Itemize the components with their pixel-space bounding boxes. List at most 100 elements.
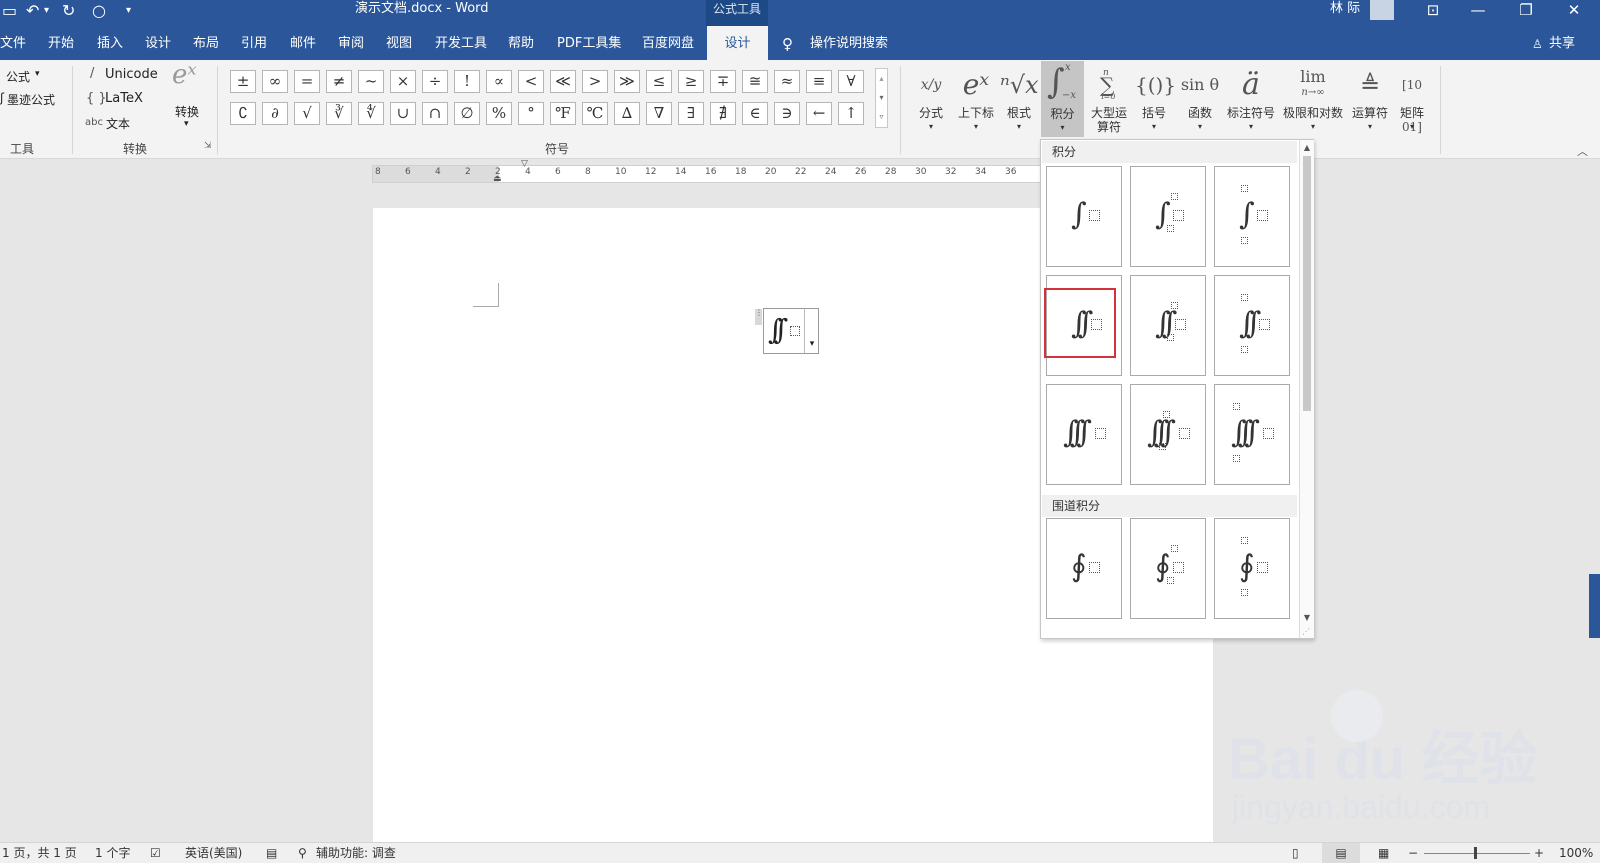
symbol-button[interactable]: ∇ [646, 102, 672, 125]
symbol-button[interactable]: ∋ [774, 102, 800, 125]
horizontal-ruler[interactable]: 8 6 4 2 2 4 6 8 10 12 14 16 18 20 22 24 26 28 30 32 34 36 ▽ ⏏ [372, 159, 1042, 184]
symbol-button[interactable]: ∁ [230, 102, 256, 125]
integrand-box[interactable] [790, 326, 800, 336]
chevron-down-icon[interactable]: ▾ [804, 309, 819, 353]
tab-pdf-tools[interactable]: PDF工具集 [557, 26, 621, 60]
latex-option[interactable]: LaTeX [105, 91, 143, 106]
matrix-button[interactable]: [10 01] 矩阵 ▾ [1393, 64, 1431, 136]
save-icon[interactable]: ▭ [2, 0, 17, 22]
first-line-indent-icon[interactable]: ▽ [521, 159, 528, 169]
customize-qat-icon[interactable]: ▾ [126, 0, 131, 22]
symbol-button[interactable]: × [390, 70, 416, 93]
scroll-down-icon[interactable]: ▼ [1300, 610, 1314, 626]
tab-insert[interactable]: 插入 [97, 26, 123, 60]
symbol-button[interactable]: ± [230, 70, 256, 93]
large-operator-button[interactable]: n ∑ i=0 大型运算符 [1086, 64, 1132, 136]
symbol-button[interactable]: ∝ [486, 70, 512, 93]
tab-help[interactable]: 帮助 [508, 26, 534, 60]
autosave-icon[interactable]: ○ [92, 0, 106, 22]
gallery-item-contour-integral-with-limits-stacked[interactable]: ∮ [1214, 518, 1290, 619]
text-option[interactable]: 文本 [106, 115, 130, 132]
equation-placeholder[interactable]: ⋮ ∫∫ ▾ [755, 308, 819, 354]
language[interactable]: 英语(美国) [185, 843, 242, 863]
share-icon[interactable]: ♙ [1532, 26, 1543, 60]
symbol-button[interactable]: ∩ [422, 102, 448, 125]
tab-mailings[interactable]: 邮件 [290, 26, 316, 60]
tab-equation-design[interactable]: 设计 [707, 26, 768, 60]
ribbon-display-icon[interactable]: ⊡ [1410, 0, 1456, 22]
chevron-down-icon[interactable]: ▾ [35, 69, 40, 79]
symbol-button[interactable]: ∂ [262, 102, 288, 125]
symbol-button[interactable]: ≅ [742, 70, 768, 93]
zoom-in-icon[interactable]: + [1534, 843, 1544, 863]
symbol-button[interactable]: ~ [358, 70, 384, 93]
tab-layout[interactable]: 布局 [193, 26, 219, 60]
gallery-item-contour-integral[interactable]: ∮ [1046, 518, 1122, 619]
function-button[interactable]: sin θ 函数 ▾ [1178, 64, 1222, 136]
equation-handle-icon[interactable]: ⋮ [755, 309, 763, 325]
close-icon[interactable]: ✕ [1551, 0, 1597, 22]
symbol-button[interactable]: ∓ [710, 70, 736, 93]
chevron-down-icon[interactable]: ▾ [184, 119, 189, 129]
gallery-item-integral[interactable]: ∫ [1046, 166, 1122, 267]
undo-dropdown-icon[interactable]: ▾ [44, 0, 49, 22]
gallery-more-icon[interactable]: ▿ [876, 107, 887, 126]
bracket-button[interactable]: {()} 括号 ▾ [1135, 64, 1176, 136]
scrollbar-thumb[interactable] [1303, 156, 1311, 411]
accent-button[interactable]: ä 标注符号 ▾ [1224, 64, 1278, 136]
tab-developer[interactable]: 开发工具 [435, 26, 487, 60]
symbol-button[interactable]: % [486, 102, 512, 125]
macro-icon[interactable]: ▤ [266, 843, 277, 863]
gallery-item-integral-with-limits-sub[interactable]: ∫ [1130, 166, 1206, 267]
share-button[interactable]: 共享 [1549, 26, 1575, 60]
symbol-button[interactable]: ℃ [582, 102, 608, 125]
integral-button[interactable]: ∫ x −x 积分 ▾ [1041, 61, 1084, 137]
avatar[interactable] [1370, 0, 1394, 20]
script-button[interactable]: eˣ 上下标 ▾ [954, 64, 998, 136]
gallery-item-double-integral-with-limits-stacked[interactable]: ∫∫ [1214, 275, 1290, 376]
radical-button[interactable]: ⁿ√x 根式 ▾ [1000, 64, 1039, 136]
symbol-button[interactable]: ∆ [614, 102, 640, 125]
gallery-item-double-integral-with-limits-sub[interactable]: ∫∫ [1130, 275, 1206, 376]
accessibility-status[interactable]: 辅助功能: 调查 [316, 843, 396, 863]
ink-equation-button[interactable]: 墨迹公式 [7, 91, 55, 108]
scroll-up-icon[interactable]: ▴ [876, 69, 887, 88]
tab-baidu-netdisk[interactable]: 百度网盘 [642, 26, 694, 60]
side-panel-tab[interactable] [1589, 574, 1600, 638]
symbol-button[interactable]: ÷ [422, 70, 448, 93]
symbol-button[interactable]: ∀ [838, 70, 864, 93]
web-layout-icon[interactable]: ▦ [1378, 843, 1389, 863]
gallery-item-triple-integral-with-limits-stacked[interactable]: ∫∫∫ [1214, 384, 1290, 485]
resize-grip-icon[interactable]: ⋰ [1302, 627, 1310, 636]
read-mode-icon[interactable]: ▯ [1292, 843, 1299, 863]
proofing-icon[interactable]: ☑ [150, 843, 161, 863]
zoom-out-icon[interactable]: − [1408, 843, 1418, 863]
zoom-level[interactable]: 100% [1559, 843, 1593, 863]
print-layout-icon[interactable]: ▤ [1322, 843, 1360, 863]
gallery-item-integral-with-limits-stacked[interactable]: ∫ [1214, 166, 1290, 267]
symbol-button[interactable]: ≠ [326, 70, 352, 93]
symbol-button[interactable]: ∪ [390, 102, 416, 125]
symbol-button[interactable]: ∜ [358, 102, 384, 125]
equation-button[interactable]: 公式 [6, 68, 30, 85]
symbol-button[interactable]: √ [294, 102, 320, 125]
symbol-button[interactable]: ≤ [646, 70, 672, 93]
symbol-button[interactable]: ≪ [550, 70, 576, 93]
tab-home[interactable]: 开始 [48, 26, 74, 60]
symbol-button[interactable]: ∞ [262, 70, 288, 93]
symbol-button[interactable]: ∈ [742, 102, 768, 125]
left-indent-icon[interactable]: ⏏ [493, 174, 502, 184]
symbol-button[interactable]: ∅ [454, 102, 480, 125]
symbol-button[interactable]: ↑ [838, 102, 864, 125]
symbol-gallery-scroll[interactable]: ▴ ▾ ▿ [875, 68, 888, 128]
tab-design[interactable]: 设计 [145, 26, 171, 60]
scroll-down-icon[interactable]: ▾ [876, 88, 887, 107]
gallery-item-double-integral[interactable]: ∫∫ [1044, 275, 1122, 376]
symbol-button[interactable]: ∃ [678, 102, 704, 125]
scroll-up-icon[interactable]: ▲ [1300, 140, 1314, 156]
operator-button[interactable]: ≜ 运算符 ▾ [1349, 64, 1391, 136]
unicode-option[interactable]: Unicode [105, 67, 158, 82]
tab-references[interactable]: 引用 [241, 26, 267, 60]
tab-review[interactable]: 审阅 [338, 26, 364, 60]
undo-icon[interactable]: ↶ [26, 0, 39, 22]
